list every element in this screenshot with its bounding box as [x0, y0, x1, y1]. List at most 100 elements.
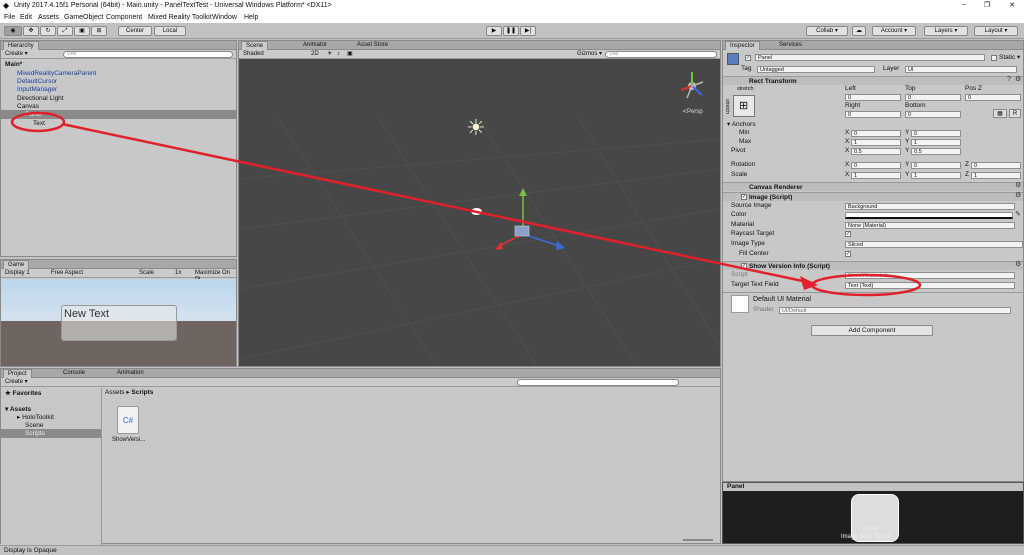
anchor-preset-button[interactable]: ⊞ — [733, 95, 755, 117]
account-dropdown[interactable]: Account ▾ — [872, 26, 916, 36]
tag-dropdown[interactable]: Untagged — [757, 66, 875, 73]
transform-tool-button[interactable]: ⊞ — [91, 26, 107, 36]
display-dropdown[interactable]: Display 1 — [5, 270, 30, 277]
pivot-local-toggle[interactable]: Local — [154, 26, 186, 36]
minimize-button[interactable]: – — [958, 1, 970, 8]
tab-scene[interactable]: Scene — [241, 41, 269, 50]
gizmos-dropdown[interactable]: Gizmos ▾ — [577, 51, 602, 58]
collab-dropdown[interactable]: Collab ▾ — [806, 26, 848, 36]
max-x-field[interactable]: 1 — [851, 139, 901, 146]
rotation-x-field[interactable]: 0 — [851, 162, 901, 169]
csharp-file-icon[interactable]: C# — [117, 406, 139, 434]
layout-dropdown[interactable]: Layout ▾ — [974, 26, 1018, 36]
shading-dropdown[interactable]: Shaded — [243, 51, 264, 58]
min-x-field[interactable]: 0 — [851, 130, 901, 137]
rect-transform-header[interactable]: Rect Transform — [723, 76, 1023, 85]
image-type-dropdown[interactable]: Sliced — [845, 241, 1023, 248]
menu-component[interactable]: Component — [106, 14, 142, 21]
project-search-input[interactable] — [517, 379, 679, 386]
directional-light-icon[interactable]: ☀ — [466, 115, 486, 141]
maximize-on-play-toggle[interactable]: Maximize On Pl — [195, 270, 236, 283]
min-y-field[interactable]: 0 — [911, 130, 961, 137]
rotation-y-field[interactable]: 0 — [911, 162, 961, 169]
hierarchy-create-dropdown[interactable]: Create ▾ — [5, 51, 28, 58]
scale-x-field[interactable]: 1 — [851, 172, 901, 179]
eyedropper-icon[interactable]: ✎ — [1015, 211, 1021, 219]
menu-mixed-reality-toolkit[interactable]: Mixed Reality Toolkit — [148, 14, 212, 21]
max-y-field[interactable]: 1 — [911, 139, 961, 146]
tab-asset-store[interactable]: Asset Store — [353, 41, 392, 50]
image-enabled-checkbox[interactable]: ✓ — [741, 194, 747, 200]
tab-animation[interactable]: Animation — [113, 369, 148, 378]
gear-icon[interactable]: ⚙ — [1015, 182, 1021, 190]
cloud-button[interactable]: ☁ — [852, 26, 866, 36]
menu-assets[interactable]: Assets — [38, 14, 59, 21]
canvas-renderer-header[interactable]: Canvas Renderer — [723, 182, 1023, 191]
hierarchy-item[interactable]: Text — [1, 119, 236, 128]
icon-size-slider[interactable] — [683, 539, 713, 541]
step-button[interactable]: ▶| — [520, 26, 536, 36]
menu-edit[interactable]: Edit — [20, 14, 32, 21]
static-dropdown[interactable]: Static ▾ — [999, 54, 1020, 62]
target-text-field[interactable]: Text (Text) — [845, 282, 1015, 289]
scene-search-input[interactable]: ⚲All — [605, 51, 717, 58]
breadcrumb-assets[interactable]: Assets — [105, 389, 125, 396]
color-swatch[interactable] — [845, 212, 1013, 219]
close-button[interactable]: ✕ — [1006, 1, 1018, 9]
file-label[interactable]: ShowVersi... — [112, 437, 145, 443]
scale-z-field[interactable]: 1 — [971, 172, 1021, 179]
folder-item-selected[interactable]: Scripts — [1, 429, 101, 438]
raw-edit-button[interactable]: R — [1009, 109, 1021, 118]
audio-toggle-icon[interactable]: ♪ — [337, 51, 340, 58]
hierarchy-item[interactable]: InputManager — [1, 85, 236, 94]
rotate-tool-button[interactable]: ↻ — [40, 26, 56, 36]
raycast-target-checkbox[interactable]: ✓ — [845, 231, 851, 237]
move-gizmo[interactable] — [483, 186, 573, 266]
fill-center-checkbox[interactable]: ✓ — [845, 251, 851, 257]
add-component-button[interactable]: Add Component — [811, 325, 933, 336]
maximize-button[interactable]: ❐ — [981, 1, 993, 9]
scene-root[interactable]: Main* — [1, 60, 236, 69]
play-button[interactable]: ▶ — [486, 26, 502, 36]
posz-field[interactable]: 0 — [965, 94, 1021, 101]
pivot-x-field[interactable]: 0.5 — [851, 148, 901, 155]
favorites-folder[interactable]: ★ Favorites — [1, 389, 101, 398]
tab-animator[interactable]: Animator — [299, 41, 331, 50]
show-version-header[interactable]: Show Version Info (Script) — [723, 261, 1023, 270]
source-image-field[interactable]: Background — [845, 203, 1015, 210]
gear-icon[interactable]: ⚙ — [1015, 261, 1021, 269]
scale-y-field[interactable]: 1 — [911, 172, 961, 179]
bottom-field[interactable]: 0 — [905, 111, 961, 118]
gear-icon[interactable]: ⚙ — [1015, 192, 1021, 200]
hand-tool-button[interactable]: ◉ — [4, 26, 22, 36]
menu-file[interactable]: File — [4, 14, 15, 21]
menu-help[interactable]: Help — [244, 14, 258, 21]
anchors-foldout[interactable]: ▾ Anchors — [727, 121, 756, 129]
material-field[interactable]: None (Material) — [845, 222, 1015, 229]
pause-button[interactable]: ❚❚ — [503, 26, 519, 36]
rect-tool-button[interactable]: ▣ — [74, 26, 90, 36]
help-icon[interactable]: ? — [1007, 76, 1011, 84]
top-field[interactable]: 0 — [905, 94, 961, 101]
tab-hierarchy[interactable]: Hierarchy — [3, 41, 39, 50]
tab-project[interactable]: Project — [3, 369, 32, 378]
scale-tool-button[interactable]: ⤢ — [57, 26, 73, 36]
cursor-gizmo-icon[interactable]: ⬬ — [471, 204, 482, 220]
tab-game[interactable]: Game — [3, 260, 30, 269]
static-checkbox[interactable] — [991, 55, 997, 61]
move-tool-button[interactable]: ✥ — [23, 26, 39, 36]
layer-dropdown[interactable]: UI — [905, 66, 1017, 73]
menu-gameobject[interactable]: GameObject — [64, 14, 103, 21]
pivot-y-field[interactable]: 0.5 — [911, 148, 961, 155]
hierarchy-item-selected[interactable]: Panel — [1, 110, 236, 119]
object-name-field[interactable]: Panel — [755, 54, 985, 61]
pivot-center-toggle[interactable]: Center — [118, 26, 152, 36]
tab-console[interactable]: Console — [59, 369, 89, 378]
2d-toggle[interactable]: 2D — [311, 51, 319, 58]
tab-services[interactable]: Services — [775, 41, 806, 50]
blueprint-mode-button[interactable]: ▦ — [993, 109, 1007, 118]
project-create-dropdown[interactable]: Create ▾ — [5, 379, 28, 386]
show-version-enabled-checkbox[interactable]: ✓ — [741, 263, 747, 269]
preview-header[interactable]: Panel — [723, 483, 1023, 491]
hierarchy-search-input[interactable]: ⚲All — [63, 51, 233, 58]
